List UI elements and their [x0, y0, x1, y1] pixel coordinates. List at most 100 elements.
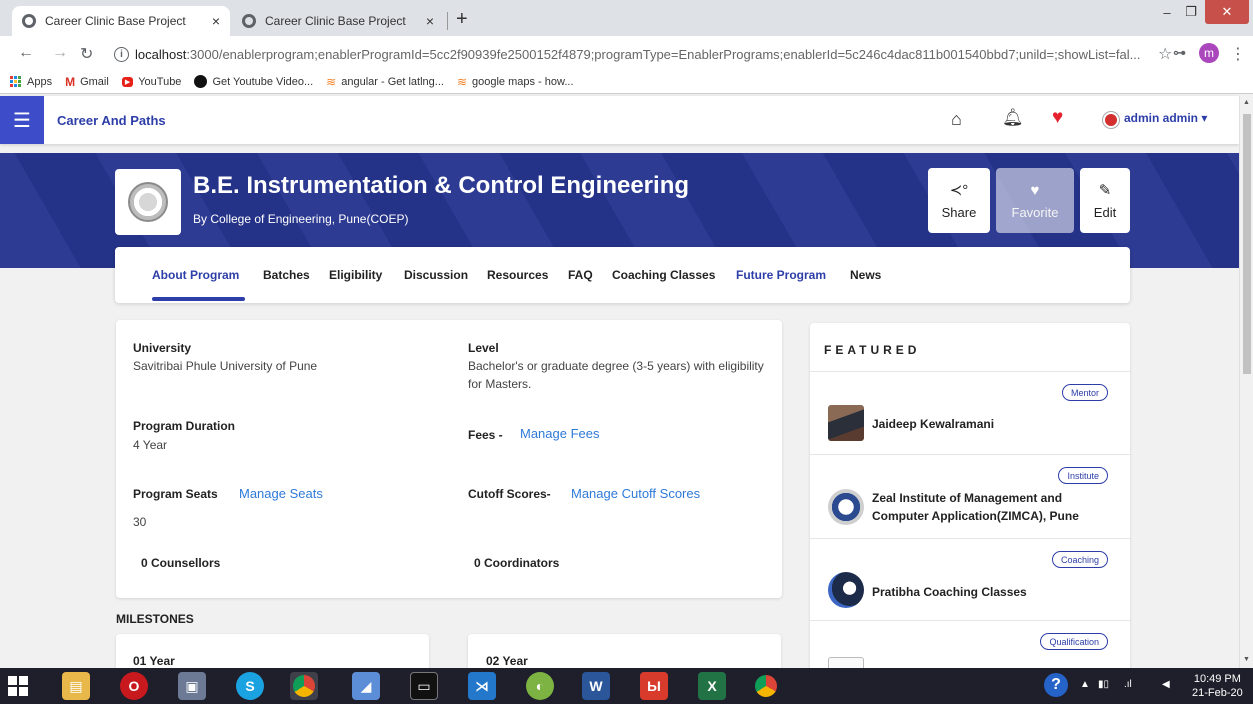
github-icon [194, 75, 208, 88]
featured-item[interactable]: Mentor Jaideep Kewalramani [810, 371, 1130, 454]
close-window-button[interactable]: ✕ [1205, 0, 1249, 24]
profile-avatar[interactable]: m [1199, 43, 1219, 63]
tab-faq[interactable]: FAQ [568, 268, 593, 282]
bookmark-github[interactable]: Get Youtube Video... [194, 75, 313, 88]
share-button[interactable]: ≺° Share [928, 168, 990, 233]
user-menu[interactable]: admin admin ▾ [1124, 111, 1207, 125]
globe-icon [22, 14, 36, 28]
scroll-up-icon[interactable]: ▲ [1243, 99, 1250, 106]
bookmark-gmail[interactable]: M Gmail [65, 75, 109, 89]
mentor-photo [828, 405, 864, 441]
coaching-logo [828, 572, 864, 608]
page-scrollbar[interactable]: ▲ ▼ [1239, 96, 1253, 668]
excel-icon[interactable]: X [698, 672, 726, 700]
edit-button[interactable]: ✎ Edit [1080, 168, 1130, 233]
tab-future-program[interactable]: Future Program [736, 268, 826, 282]
browser-tab-strip: Career Clinic Base Project × Career Clin… [0, 0, 1253, 36]
tab-coaching-classes[interactable]: Coaching Classes [612, 268, 715, 282]
featured-item[interactable]: Institute Zeal Institute of Management a… [810, 454, 1130, 538]
forward-arrow-icon[interactable]: → [52, 44, 68, 62]
university-value: Savitribai Phule University of Pune [133, 359, 318, 373]
volume-icon[interactable]: ◀ [1162, 679, 1170, 690]
bookmark-stackoverflow-2[interactable]: ≋ google maps - how... [457, 75, 574, 89]
tray-expand-icon[interactable]: ▲ [1080, 679, 1090, 690]
help-icon[interactable]: ? [1044, 673, 1068, 697]
browser-menu-icon[interactable]: ⋮ [1230, 44, 1246, 64]
featured-tag: Qualification [1040, 633, 1108, 650]
restore-window-button[interactable]: ❐ [1180, 0, 1202, 24]
close-tab-icon[interactable]: × [212, 13, 220, 29]
milestone-year: 01 Year [133, 654, 175, 668]
home-icon[interactable]: ⌂ [951, 109, 962, 130]
tab-discussion[interactable]: Discussion [404, 268, 468, 282]
tab-eligibility[interactable]: Eligibility [329, 268, 382, 282]
back-arrow-icon[interactable]: ← [18, 44, 34, 62]
scroll-thumb[interactable] [1243, 114, 1251, 374]
pdf-icon[interactable]: Ы [640, 672, 668, 700]
tab-about-program[interactable]: About Program [152, 268, 239, 282]
user-avatar[interactable] [1103, 112, 1119, 128]
featured-tag: Institute [1058, 467, 1108, 484]
network-icon[interactable]: ▮▯ [1098, 679, 1109, 690]
university-label: University [133, 341, 192, 355]
institute-logo [828, 489, 864, 525]
program-details-card: University Savitribai Phule University o… [116, 320, 782, 598]
notes-icon[interactable]: ◢ [352, 672, 380, 700]
opera-icon[interactable]: O [120, 672, 148, 700]
tab-news[interactable]: News [850, 268, 881, 282]
bookmark-label: Gmail [80, 75, 109, 88]
bookmark-youtube[interactable]: ▶ YouTube [121, 76, 181, 88]
browser-toolbar: ← → ↻ i localhost :3000/enablerprogram;e… [0, 36, 1253, 70]
college-logo [115, 169, 181, 235]
app-green-icon[interactable]: ◐ [526, 672, 554, 700]
app-brand[interactable]: Career And Paths [57, 113, 166, 128]
coordinators-count[interactable]: 0 Coordinators [474, 556, 559, 570]
terminal-icon[interactable]: ▭ [410, 672, 438, 700]
counsellors-count[interactable]: 0 Counsellors [141, 556, 220, 570]
info-icon[interactable]: i [114, 46, 129, 62]
manage-fees-link[interactable]: Manage Fees [520, 426, 600, 441]
duration-label: Program Duration [133, 419, 236, 433]
tab-resources[interactable]: Resources [487, 268, 548, 282]
featured-panel: FEATURED Mentor Jaideep Kewalramani Inst… [810, 323, 1130, 673]
vscode-icon[interactable]: ⋊ [468, 672, 496, 700]
menu-icon[interactable]: ☰ [0, 96, 44, 144]
featured-tag: Mentor [1061, 384, 1108, 401]
program-title: B.E. Instrumentation & Control Engineeri… [193, 172, 690, 199]
tab-batches[interactable]: Batches [263, 268, 310, 282]
favorite-button[interactable]: ♥ Favorite [996, 168, 1074, 233]
minimize-window-button[interactable]: – [1156, 0, 1178, 24]
manage-seats-link[interactable]: Manage Seats [239, 486, 323, 501]
word-icon[interactable]: W [582, 672, 610, 700]
cutoff-label: Cutoff Scores- [468, 487, 551, 501]
file-explorer-icon[interactable]: ▤ [62, 672, 90, 700]
stackoverflow-icon: ≋ [456, 74, 468, 89]
manage-cutoff-link[interactable]: Manage Cutoff Scores [571, 486, 700, 501]
chrome-canary-icon[interactable] [752, 672, 780, 700]
photos-icon[interactable]: ▣ [178, 672, 206, 700]
windows-start-icon[interactable] [8, 676, 28, 696]
new-tab-button[interactable]: + [456, 8, 468, 31]
heart-icon[interactable]: ♥ [1052, 107, 1063, 129]
skype-icon[interactable]: S [236, 672, 264, 700]
reload-icon[interactable]: ↻ [80, 44, 93, 64]
bell-icon[interactable]: 🔔︎ [1002, 108, 1024, 128]
globe-icon [242, 14, 256, 28]
scroll-down-icon[interactable]: ▼ [1243, 656, 1250, 663]
signal-icon[interactable]: .ıl [1124, 679, 1132, 690]
bookmark-stackoverflow-1[interactable]: ≋ angular - Get latlng... [326, 75, 444, 89]
bookmark-star-icon[interactable]: ☆ [1158, 44, 1172, 64]
bookmark-apps[interactable]: Apps [10, 76, 52, 88]
chrome-icon[interactable] [290, 672, 318, 700]
share-icon: ≺° [949, 182, 969, 199]
taskbar-clock[interactable]: 10:49 PM 21-Feb-20 [1192, 672, 1243, 700]
featured-item[interactable]: Qualification [810, 620, 1130, 673]
close-tab-icon[interactable]: × [426, 13, 434, 29]
address-bar[interactable]: i localhost :3000/enablerprogram;enabler… [104, 41, 1172, 67]
windows-taskbar: ▤ O ▣ S ◢ ▭ ⋊ ◐ W Ы X ? ▲ ▮▯ .ıl ◀ 10:49… [0, 668, 1253, 704]
key-icon[interactable]: ⊶ [1173, 45, 1186, 61]
featured-item[interactable]: Coaching Pratibha Coaching Classes [810, 538, 1130, 620]
browser-tab-1[interactable]: Career Clinic Base Project × [12, 6, 230, 36]
bookmark-label: Get Youtube Video... [212, 75, 314, 88]
browser-tab-2[interactable]: Career Clinic Base Project × [232, 6, 444, 36]
